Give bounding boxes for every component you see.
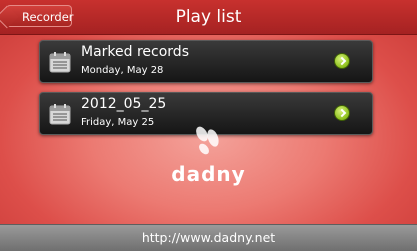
footer-link[interactable]: http://www.dadny.net xyxy=(0,224,417,251)
chevron-right-icon[interactable] xyxy=(334,105,350,121)
list-item-date: Friday, May 25 xyxy=(81,117,155,128)
calendar-icon xyxy=(49,52,71,73)
list-item-title: Marked records xyxy=(81,44,189,60)
calendar-icon xyxy=(49,104,71,125)
dadny-logo-icon xyxy=(196,126,219,155)
brand-name: dadny xyxy=(171,162,246,186)
chevron-right-icon[interactable] xyxy=(334,53,350,69)
page-title: Play list xyxy=(175,7,242,27)
list-item-date: Monday, May 28 xyxy=(81,65,164,76)
list-item-marked-records[interactable]: Marked records Monday, May 28 xyxy=(39,40,373,83)
title-bar: Recorder Play list xyxy=(0,0,417,35)
list-item-title: 2012_05_25 xyxy=(81,96,167,112)
